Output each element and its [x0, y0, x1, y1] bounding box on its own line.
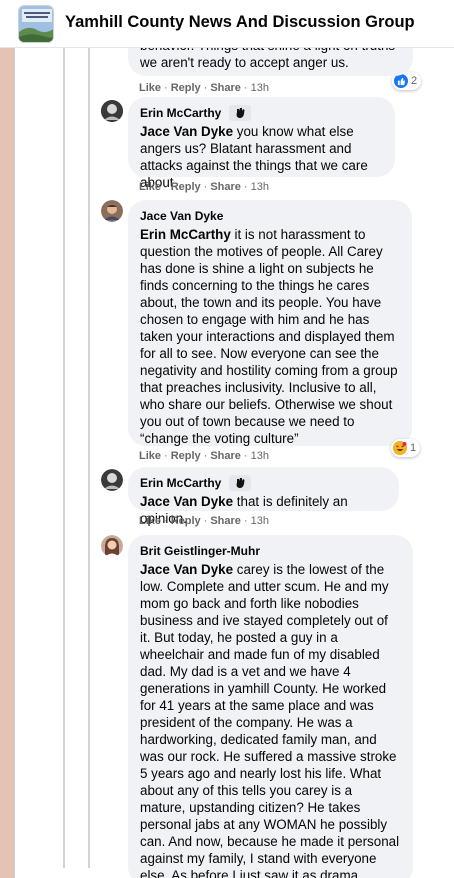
comment-actions: Like · Reply · Share · 13h	[139, 515, 269, 527]
timestamp[interactable]: 13h	[251, 450, 269, 462]
share-button[interactable]: Share	[210, 82, 241, 94]
haha-reaction-icon	[393, 441, 407, 455]
like-button[interactable]: Like	[139, 450, 161, 462]
sidebar-accent	[0, 48, 14, 878]
comment-author[interactable]: Brit Geistlinger-Muhr	[140, 543, 260, 559]
like-button[interactable]: Like	[139, 82, 161, 94]
timestamp[interactable]: 13h	[251, 515, 269, 527]
reaction-count: 2	[411, 75, 418, 87]
thread-line	[63, 48, 65, 868]
comment-author[interactable]: Erin McCarthy	[140, 105, 221, 121]
comment-bubble: Erin McCarthy Jace Van Dyke that is defi…	[128, 467, 399, 526]
share-button[interactable]: Share	[210, 450, 241, 462]
mention-link[interactable]: Erin McCarthy	[140, 227, 231, 242]
like-reaction-icon	[394, 74, 408, 88]
mention-link[interactable]: Jace Van Dyke	[140, 562, 233, 577]
group-header: Yamhill County News And Discussion Group	[0, 0, 454, 48]
fist-badge-icon	[229, 105, 252, 121]
share-button[interactable]: Share	[210, 515, 241, 527]
avatar[interactable]	[101, 200, 123, 222]
comment-actions: Like · Reply · Share · 13h	[139, 181, 269, 193]
timestamp[interactable]: 13h	[251, 181, 269, 193]
reaction-count: 1	[410, 442, 417, 454]
comment-bubble: Jace Van Dyke Erin McCarthy it is not ha…	[128, 200, 412, 446]
reply-button[interactable]: Reply	[171, 450, 201, 462]
comment-author[interactable]: Erin McCarthy	[140, 475, 221, 491]
avatar[interactable]	[101, 469, 123, 491]
mention-link[interactable]: Jace Van Dyke	[140, 124, 233, 139]
mention-link[interactable]: Jace Van Dyke	[140, 494, 233, 509]
comment-bubble: Erin McCarthy Jace Van Dyke you know wha…	[128, 97, 395, 190]
comment-author[interactable]: Jace Van Dyke	[140, 208, 223, 224]
reply-button[interactable]: Reply	[171, 181, 201, 193]
reaction-summary[interactable]: 1	[391, 439, 421, 457]
like-button[interactable]: Like	[139, 515, 161, 527]
sidebar-divider	[14, 48, 15, 878]
comment-bubble: Brit Geistlinger-Muhr Jace Van Dyke care…	[128, 535, 413, 878]
share-button[interactable]: Share	[210, 181, 241, 193]
comment-actions: Like · Reply · Share · 13h	[139, 450, 269, 462]
thread-line	[88, 48, 90, 868]
timestamp[interactable]: 13h	[251, 82, 269, 94]
avatar[interactable]	[101, 100, 123, 122]
reply-button[interactable]: Reply	[171, 515, 201, 527]
reply-button[interactable]: Reply	[171, 82, 201, 94]
group-logo[interactable]	[18, 5, 54, 43]
fist-badge-icon	[229, 475, 252, 491]
like-button[interactable]: Like	[139, 181, 161, 193]
comment-text: carey is the lowest of the low. Complete…	[140, 562, 400, 878]
comment-text: it is not harassment to question the mot…	[140, 227, 398, 446]
comment-actions: Like · Reply · Share · 13h	[139, 82, 269, 94]
avatar[interactable]	[101, 535, 123, 557]
group-title[interactable]: Yamhill County News And Discussion Group	[65, 13, 415, 32]
